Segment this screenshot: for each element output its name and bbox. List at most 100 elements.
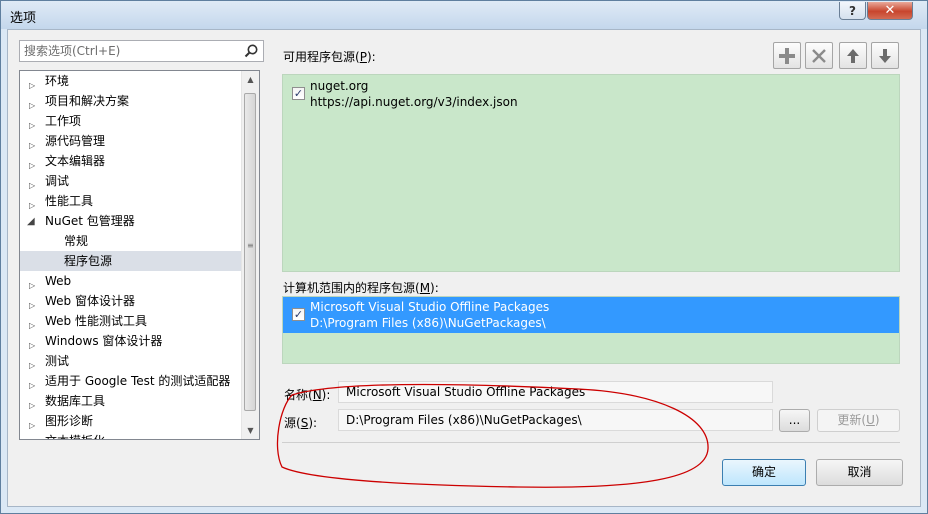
tree-item-label: 项目和解决方案 bbox=[45, 94, 130, 108]
tree-item-label: 工作项 bbox=[45, 114, 82, 128]
machine-sources-list[interactable]: ✓ Microsoft Visual Studio Offline Packag… bbox=[282, 296, 900, 364]
label-text: ): bbox=[321, 388, 331, 402]
move-down-button[interactable] bbox=[871, 42, 899, 69]
available-sources-list[interactable]: ✓ nuget.org https://api.nuget.org/v3/ind… bbox=[282, 74, 900, 272]
arrow-up-icon bbox=[847, 48, 859, 63]
scroll-down-arrow-icon[interactable]: ▼ bbox=[242, 422, 259, 439]
label-text: 可用程序包源( bbox=[283, 50, 360, 64]
label-text: ): bbox=[308, 416, 318, 430]
tree-item[interactable]: ▷ 调试 bbox=[20, 171, 242, 191]
tree-list: ▷ 环境 ▷ 项目和解决方案 ▷ 工作项 ▷ 源代码管理 ▷ 文本编辑器 ▷ 调试 ▷ 性能工具 ◢ NuGe… bbox=[20, 71, 242, 439]
label-text: 名称( bbox=[284, 388, 313, 402]
tree-item[interactable]: ▷ Windows 窗体设计器 bbox=[20, 331, 242, 351]
scroll-thumb[interactable]: ≡ bbox=[244, 93, 256, 411]
dialog-client-area: ▷环境▷项目和解决方案▷工作项▷源代码管理▷文本编辑器▷调试▷性能工具◢NuGe… bbox=[7, 29, 921, 507]
tree-item-label: 源代码管理 bbox=[45, 134, 106, 148]
close-icon: ✕ bbox=[884, 3, 896, 18]
ok-button[interactable]: 确定 bbox=[722, 459, 806, 486]
collapsed-arrow-icon[interactable]: ▷ bbox=[29, 436, 35, 439]
divider bbox=[282, 442, 900, 443]
source-name: nuget.org bbox=[310, 79, 369, 93]
tree-item-label: NuGet 包管理器 bbox=[45, 214, 135, 228]
browse-button[interactable]: ... bbox=[779, 409, 810, 432]
tree-item-label: 环境 bbox=[45, 74, 70, 88]
tree-item-label: Web bbox=[45, 274, 72, 288]
help-button[interactable]: ? bbox=[839, 2, 866, 20]
help-icon: ? bbox=[849, 3, 856, 18]
enabled-checkbox[interactable]: ✓ bbox=[292, 87, 305, 100]
name-label: 名称(N): bbox=[284, 386, 330, 403]
search-box[interactable] bbox=[19, 40, 264, 62]
close-button[interactable]: ✕ bbox=[867, 2, 913, 20]
access-key: N bbox=[312, 388, 322, 402]
list-item[interactable]: ✓ nuget.org https://api.nuget.org/v3/ind… bbox=[283, 76, 899, 112]
title-bar[interactable]: 选项 ? ✕ bbox=[1, 1, 927, 29]
move-up-button[interactable] bbox=[839, 42, 867, 69]
tree-scrollbar[interactable]: ▲ ≡ ▼ bbox=[241, 71, 259, 439]
label-text: ): bbox=[430, 281, 439, 295]
access-key: M bbox=[419, 281, 431, 295]
tree-item-label: 性能工具 bbox=[45, 194, 94, 208]
tree-item[interactable]: ▷ 图形诊断 bbox=[20, 411, 242, 431]
tree-item[interactable]: ▷ 文本编辑器 bbox=[20, 151, 242, 171]
source-url: https://api.nuget.org/v3/index.json bbox=[310, 95, 518, 109]
source-label: 源(S): bbox=[284, 414, 317, 431]
label-text: ): bbox=[366, 50, 376, 64]
tree-item[interactable]: ▷ 数据库工具 bbox=[20, 391, 242, 411]
x-icon bbox=[812, 48, 826, 63]
options-dialog: 选项 ? ✕ ▷环境▷项目和解决方案▷工作项▷源代码管理▷文本编辑器▷调试▷性能… bbox=[0, 0, 928, 514]
cancel-button[interactable]: 取消 bbox=[816, 459, 903, 486]
label-text: 计算机范围内的程序包源( bbox=[283, 281, 420, 295]
source-url: D:\Program Files (x86)\NuGetPackages\ bbox=[310, 316, 546, 330]
label-text: ) bbox=[874, 413, 880, 427]
tree-item[interactable]: ◢ NuGet 包管理器 bbox=[20, 211, 242, 231]
scroll-up-arrow-icon[interactable]: ▲ bbox=[242, 71, 259, 88]
tree-item[interactable]: ▷ 测试 bbox=[20, 351, 242, 371]
available-sources-label: 可用程序包源(P): bbox=[283, 48, 376, 65]
grip-icon: ≡ bbox=[247, 241, 254, 250]
tree-item-label: 常规 bbox=[64, 234, 89, 248]
tree-item-label: 适用于 Google Test 的测试适配器 bbox=[45, 374, 231, 388]
tree-item-label: 数据库工具 bbox=[45, 394, 106, 408]
tree-item[interactable]: ▷ 项目和解决方案 bbox=[20, 91, 242, 111]
tree-item[interactable]: ▷ Web 性能测试工具 bbox=[20, 311, 242, 331]
tree-item-label: Web 窗体设计器 bbox=[45, 294, 135, 308]
access-key: P bbox=[359, 50, 367, 64]
enabled-checkbox[interactable]: ✓ bbox=[292, 308, 305, 321]
tree-item[interactable]: ▷ 源代码管理 bbox=[20, 131, 242, 151]
search-input[interactable] bbox=[20, 41, 242, 61]
tree-item-label: 调试 bbox=[45, 174, 70, 188]
tree-item-label: 程序包源 bbox=[64, 254, 113, 268]
tree-item[interactable]: 程序包源 bbox=[20, 251, 242, 271]
name-field[interactable] bbox=[338, 381, 773, 403]
source-field[interactable] bbox=[338, 409, 773, 431]
tree-item-label: 文本模板化 bbox=[45, 431, 105, 439]
source-name: Microsoft Visual Studio Offline Packages bbox=[310, 300, 550, 314]
machine-sources-label: 计算机范围内的程序包源(M): bbox=[283, 279, 439, 296]
arrow-down-icon bbox=[879, 48, 891, 63]
search-icon[interactable] bbox=[243, 43, 259, 59]
tree-item[interactable]: ▷ Web bbox=[20, 271, 242, 291]
tree-item-label: Windows 窗体设计器 bbox=[45, 334, 163, 348]
window-title: 选项 bbox=[10, 11, 37, 26]
add-source-button[interactable] bbox=[773, 42, 801, 69]
tree-item[interactable]: ▷ Web 窗体设计器 bbox=[20, 291, 242, 311]
plus-icon bbox=[779, 47, 795, 64]
tree-item-label: Web 性能测试工具 bbox=[45, 314, 147, 328]
tree-item[interactable]: ▷ 性能工具 bbox=[20, 191, 242, 211]
options-tree[interactable]: ▷ 环境 ▷ 项目和解决方案 ▷ 工作项 ▷ 源代码管理 ▷ 文本编辑器 ▷ 调试 ▷ 性能工具 ◢ NuGe… bbox=[19, 70, 260, 440]
tree-item[interactable]: ▷ 文本模板化 bbox=[20, 431, 242, 439]
label-text: 源( bbox=[284, 416, 301, 430]
tree-item[interactable]: ▷ 适用于 Google Test 的测试适配器 bbox=[20, 371, 242, 391]
tree-item[interactable]: ▷ 环境 bbox=[20, 71, 242, 91]
expanded-arrow-icon[interactable]: ◢ bbox=[27, 212, 35, 232]
remove-source-button[interactable] bbox=[805, 42, 833, 69]
tree-item-label: 图形诊断 bbox=[45, 414, 94, 428]
update-button[interactable]: 更新(U) bbox=[817, 409, 900, 432]
tree-item-label: 测试 bbox=[45, 354, 70, 368]
list-item[interactable]: ✓ Microsoft Visual Studio Offline Packag… bbox=[283, 297, 899, 333]
tree-item[interactable]: 常规 bbox=[20, 231, 242, 251]
tree-item[interactable]: ▷ 工作项 bbox=[20, 111, 242, 131]
access-key: U bbox=[866, 413, 875, 427]
tree-item-label: 文本编辑器 bbox=[45, 154, 106, 168]
